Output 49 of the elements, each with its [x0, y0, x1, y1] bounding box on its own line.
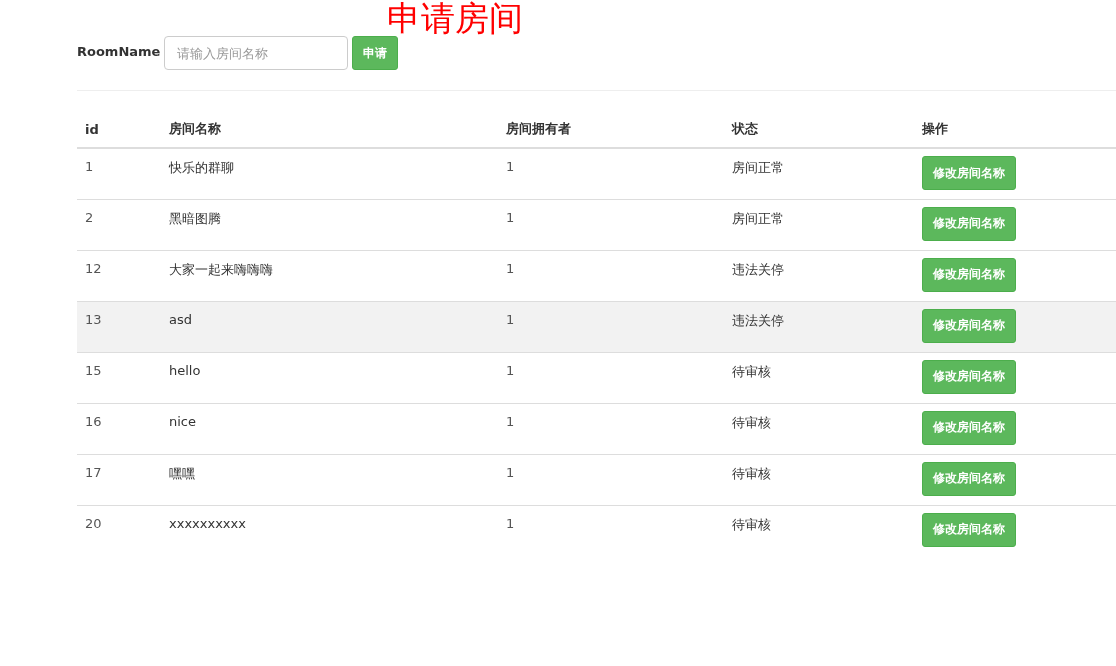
table-cell: 待审核	[732, 516, 771, 532]
page-heading: 申请房间	[387, 0, 524, 36]
table-cell: 1	[506, 362, 515, 378]
column-header: 房间名称	[169, 121, 221, 136]
table-cell: 1	[506, 209, 515, 225]
table-cell: 1	[506, 260, 515, 276]
table-cell: 12	[85, 260, 102, 276]
table-cell: nice	[169, 413, 196, 429]
rename-room-button[interactable]: 修改房间名称	[922, 461, 1016, 496]
table-cell: 1	[506, 515, 515, 531]
table-cell: 待审核	[732, 414, 771, 430]
table-cell: xxxxxxxxxx	[169, 515, 246, 531]
table-cell: 1	[506, 464, 515, 480]
table-cell: 大家一起来嗨嗨嗨	[169, 261, 273, 277]
rename-room-button[interactable]: 修改房间名称	[922, 156, 1016, 190]
rename-room-button[interactable]: 修改房间名称	[922, 410, 1016, 445]
rename-room-button[interactable]: 修改房间名称	[922, 257, 1016, 292]
table-cell: 20	[85, 515, 102, 531]
table-cell: 待审核	[732, 363, 771, 379]
room-name-input[interactable]: 请输入房间名称	[164, 36, 349, 70]
column-header: 状态	[732, 121, 758, 136]
rename-room-button[interactable]: 修改房间名称	[922, 512, 1016, 547]
room-name-label: RoomName	[77, 44, 161, 59]
column-header: id	[85, 121, 99, 137]
table-cell: 13	[85, 311, 102, 327]
table-cell: asd	[169, 311, 192, 327]
table-cell: hello	[169, 362, 201, 378]
table-cell: 房间正常	[732, 160, 784, 175]
rename-room-button[interactable]: 修改房间名称	[922, 206, 1016, 241]
column-header: 操作	[922, 121, 948, 136]
table-cell: 16	[85, 413, 102, 429]
table-cell: 2	[85, 209, 94, 225]
table-cell: 1	[506, 159, 515, 174]
rename-room-button[interactable]: 修改房间名称	[922, 308, 1016, 343]
table-cell: 违法关停	[732, 312, 784, 328]
table-cell: 1	[85, 159, 94, 174]
table-cell: 快乐的群聊	[169, 160, 234, 175]
table-cell: 嘿嘿	[169, 465, 195, 481]
table-cell: 17	[85, 464, 102, 480]
table-cell: 1	[506, 311, 515, 327]
rename-room-button[interactable]: 修改房间名称	[922, 359, 1016, 394]
table-cell: 违法关停	[732, 261, 784, 277]
table-cell: 待审核	[732, 465, 771, 481]
table-cell: 黑暗图腾	[169, 210, 221, 226]
apply-button[interactable]: 申请	[352, 36, 399, 70]
column-header: 房间拥有者	[506, 121, 571, 136]
table-cell: 15	[85, 362, 102, 378]
table-cell: 1	[506, 413, 515, 429]
table-cell: 房间正常	[732, 210, 784, 226]
